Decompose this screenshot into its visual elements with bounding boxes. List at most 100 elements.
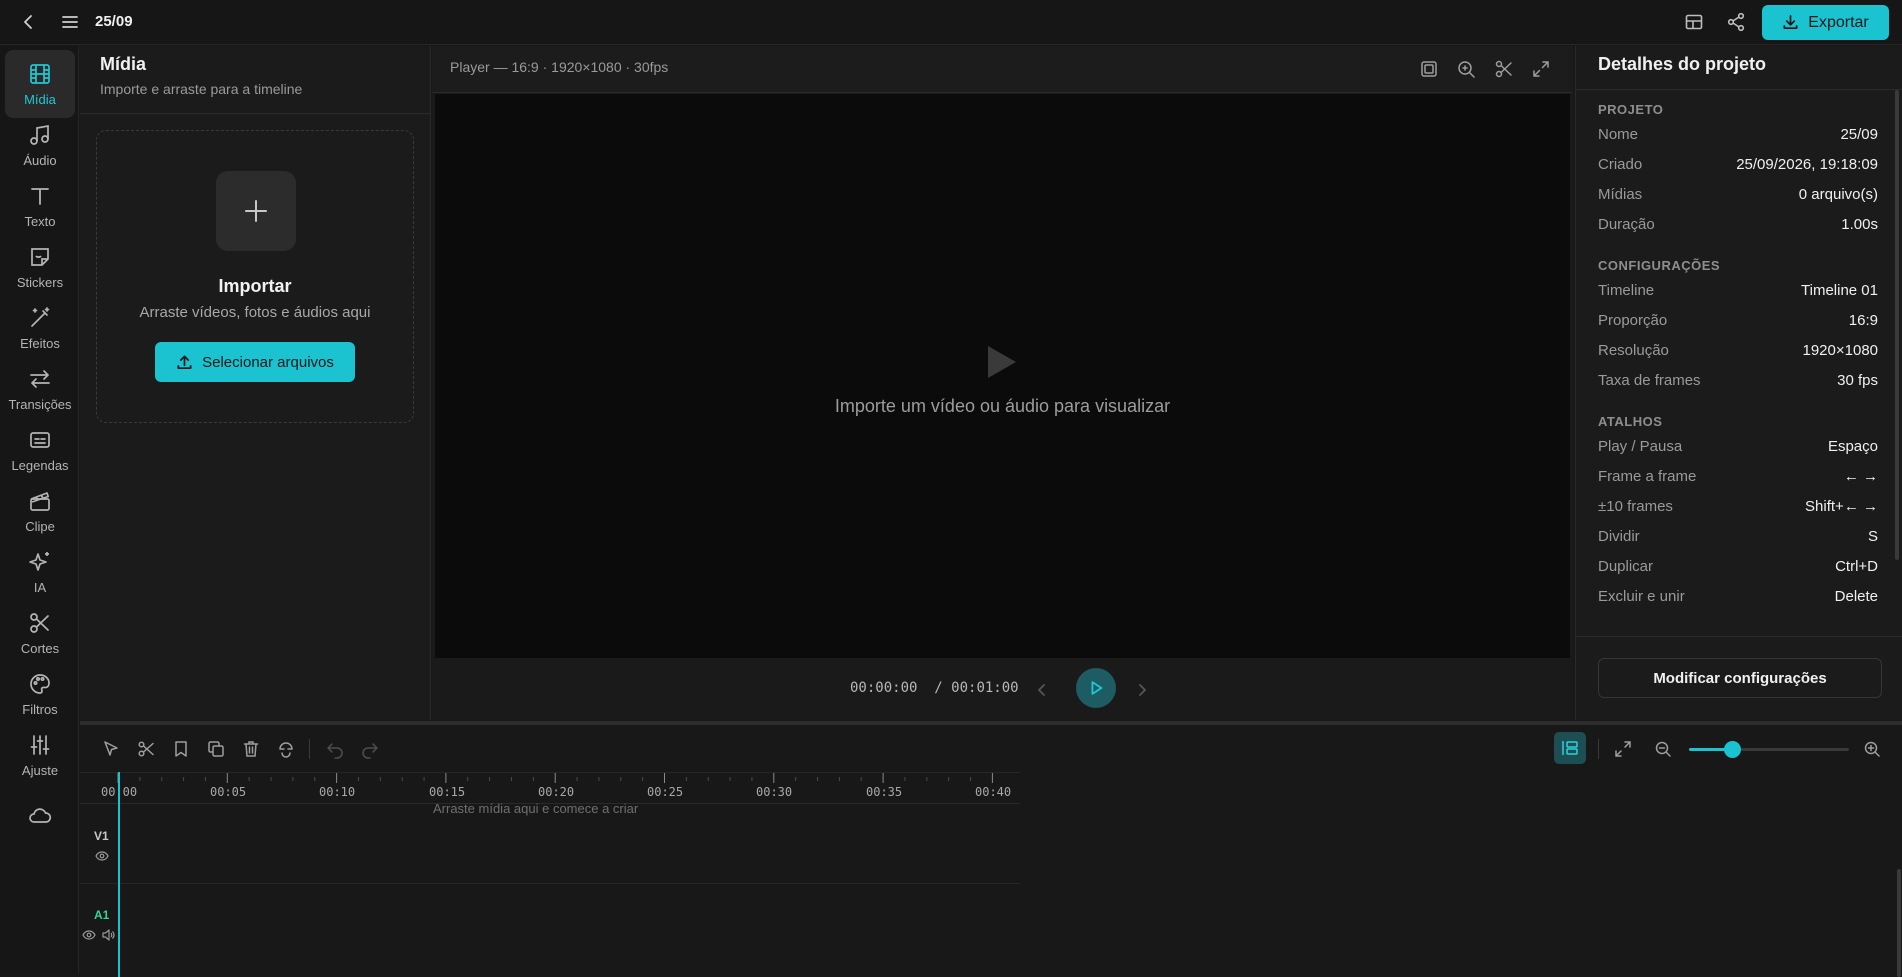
time-ruler[interactable]: 00:00 00:05 00:10 00:15 00:20 00:25 00:3… — [80, 772, 1020, 804]
detail-value: ← → — [1843, 468, 1878, 485]
track-layout-toggle[interactable] — [1554, 732, 1586, 764]
track-area[interactable] — [80, 805, 1020, 977]
rail-item-text[interactable]: Texto — [5, 172, 75, 240]
share-icon[interactable] — [1725, 11, 1747, 33]
rail-item-clip[interactable]: Clipe — [5, 477, 75, 545]
rail-item-adjust[interactable]: Ajuste — [5, 721, 75, 789]
player-info-label: Player — 16:9 · 1920×1080 · 30fps — [450, 59, 669, 75]
rail-item-effects[interactable]: Efeitos — [5, 294, 75, 362]
detail-row: ±10 frames Shift+← → — [1598, 498, 1878, 518]
eye-icon[interactable] — [82, 928, 96, 942]
detail-value: 25/09 — [1840, 126, 1878, 143]
toolbar-separator — [1598, 739, 1599, 759]
detail-key: Criado — [1598, 156, 1643, 173]
drop-hint: Arraste mídia aqui e comece a criar — [433, 801, 639, 816]
tool-rail: Mídia Áudio Texto Stickers Efeitos Trans… — [0, 46, 79, 973]
detail-key: Dividir — [1598, 528, 1640, 545]
timecode: 00:00:00 / 00:01:00 — [850, 680, 1019, 696]
detail-value: Shift+← → — [1805, 498, 1878, 515]
magic-wand-icon — [27, 305, 53, 331]
previous-frame-icon[interactable] — [1032, 680, 1052, 700]
detail-value: 16:9 — [1848, 312, 1878, 329]
details-scroll-area[interactable]: PROJETO Nome 25/09 Criado 25/09/2026, 19:1… — [1576, 90, 1902, 682]
detail-row: Proporção 16:9 — [1598, 312, 1878, 332]
bookmark-icon[interactable] — [171, 739, 191, 759]
detail-row: Criado 25/09/2026, 19:18:09 — [1598, 156, 1878, 176]
preview-screen[interactable]: Importe um vídeo ou áudio para visualiza… — [435, 94, 1570, 658]
split-scissors-icon[interactable] — [136, 739, 156, 759]
project-title: 25/09 — [95, 13, 133, 30]
timeline-panel: 00:00 00:05 00:10 00:15 00:20 00:25 00:3… — [80, 721, 1902, 977]
eye-icon[interactable] — [95, 849, 109, 863]
rail-item-cloud[interactable] — [5, 782, 75, 850]
toolbar-separator — [309, 739, 310, 759]
detail-key: Proporção — [1598, 312, 1668, 329]
detail-key: Resolução — [1598, 342, 1669, 359]
redo-icon[interactable] — [360, 739, 380, 759]
tick-label: 00:40 — [975, 785, 1012, 799]
divider — [1576, 636, 1902, 637]
detail-value: Ctrl+D — [1835, 558, 1878, 575]
rail-label: Legendas — [11, 458, 69, 473]
undo-icon[interactable] — [325, 739, 345, 759]
crop-scissors-icon[interactable] — [1493, 58, 1515, 80]
hamburger-menu-icon[interactable] — [59, 11, 81, 33]
rail-item-audio[interactable]: Áudio — [5, 111, 75, 179]
safe-area-icon[interactable] — [1418, 58, 1440, 80]
palette-icon — [27, 671, 53, 697]
zoom-in-icon[interactable] — [1862, 739, 1882, 759]
magnet-snap-icon[interactable] — [276, 739, 296, 759]
detail-key: Duração — [1598, 216, 1655, 233]
rail-item-ai[interactable]: IA — [5, 538, 75, 606]
download-icon — [1782, 14, 1799, 31]
rail-label: Transições — [8, 397, 72, 412]
layout-icon[interactable] — [1683, 11, 1705, 33]
divider — [80, 113, 431, 114]
next-frame-icon[interactable] — [1132, 680, 1152, 700]
rail-item-transitions[interactable]: Transições — [5, 355, 75, 423]
import-subtitle: Arraste vídeos, fotos e áudios aqui — [139, 304, 371, 321]
modify-settings-button[interactable]: Modificar configurações — [1598, 658, 1882, 698]
fullscreen-icon[interactable] — [1530, 58, 1552, 80]
project-details-panel: Detalhes do projeto PROJETO Nome 25/09 Cr… — [1575, 46, 1902, 720]
rail-item-filters[interactable]: Filtros — [5, 660, 75, 728]
timeline-scrollbar[interactable] — [1897, 869, 1901, 977]
duplicate-icon[interactable] — [206, 739, 226, 759]
detail-key: ±10 frames — [1598, 498, 1673, 515]
rail-item-stickers[interactable]: Stickers — [5, 233, 75, 301]
clapperboard-icon — [27, 488, 53, 514]
rail-label: Ajuste — [21, 763, 59, 778]
play-button[interactable] — [1076, 668, 1116, 708]
back-chevron-icon[interactable] — [18, 11, 40, 33]
rail-item-media[interactable]: Mídia — [5, 50, 75, 118]
playhead[interactable] — [118, 772, 120, 977]
rail-label: Cortes — [20, 641, 60, 656]
rail-label: Mídia — [24, 92, 56, 107]
zoom-slider[interactable] — [1689, 741, 1849, 758]
export-button[interactable]: Exportar — [1762, 5, 1889, 40]
zoom-preview-icon[interactable] — [1455, 58, 1477, 80]
rail-label: IA — [33, 580, 47, 595]
rail-label: Áudio — [23, 153, 57, 168]
section-title: CONFIGURAÇÕES — [1598, 258, 1721, 273]
video-track-row[interactable] — [80, 805, 1020, 884]
import-plus-button[interactable] — [216, 171, 296, 251]
select-files-button[interactable]: Selecionar arquivos — [155, 342, 355, 382]
rail-item-cuts[interactable]: Cortes — [5, 599, 75, 667]
sticker-icon — [27, 244, 53, 270]
cloud-icon — [27, 803, 53, 829]
detail-value: 30 fps — [1837, 372, 1878, 389]
detail-value: Espaço — [1827, 438, 1878, 455]
details-scrollbar[interactable] — [1895, 90, 1899, 560]
tick-label: 00:25 — [647, 785, 684, 799]
fit-timeline-icon[interactable] — [1613, 739, 1633, 759]
delete-trash-icon[interactable] — [241, 739, 261, 759]
rail-item-captions[interactable]: Legendas — [5, 416, 75, 484]
detail-value: Timeline 01 — [1801, 282, 1878, 299]
import-dropzone[interactable]: Importar Arraste vídeos, fotos e áudios … — [96, 130, 414, 423]
zoom-slider-thumb[interactable] — [1724, 741, 1742, 758]
speaker-volume-icon[interactable] — [101, 928, 115, 942]
zoom-out-icon[interactable] — [1653, 739, 1673, 759]
select-pointer-icon[interactable] — [101, 739, 121, 759]
top-bar: 25/09 Exportar — [0, 0, 1902, 45]
